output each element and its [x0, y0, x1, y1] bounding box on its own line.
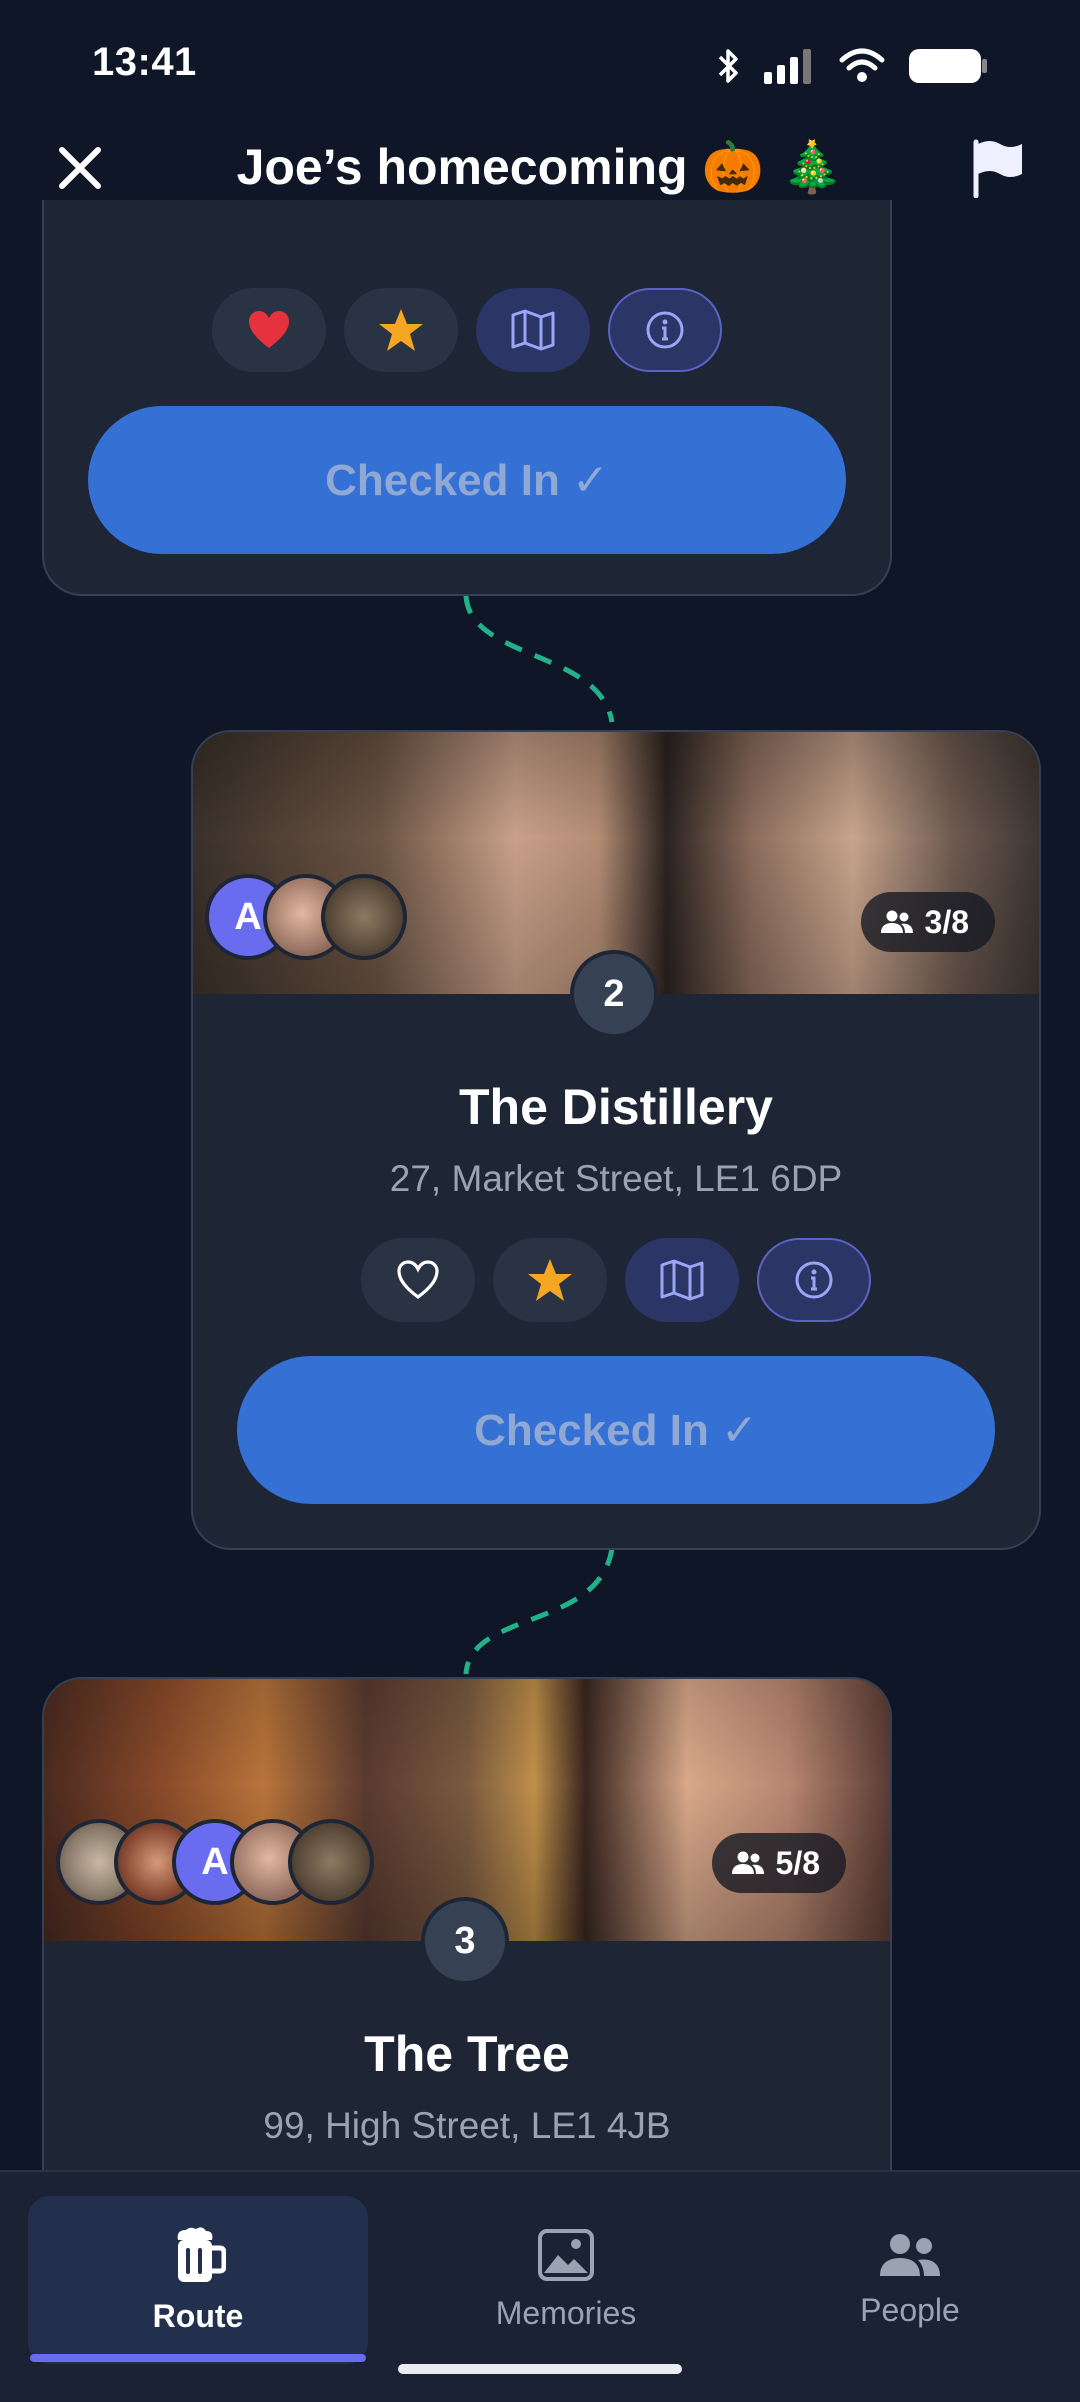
venue-address: 27, Market Street, LE1 6DP [389, 1158, 843, 1199]
venue-name: The Distillery [459, 1079, 773, 1135]
nav-label: Route [152, 2297, 244, 2334]
star-icon [528, 1259, 572, 1301]
stop-card-3: A 5/8 3 The Tree 99, High Street, LE1 4J… [42, 1677, 892, 2241]
attendance-badge: 3/8 [860, 892, 995, 952]
page-title: Joe’s homecoming 🎃 🎄 [0, 138, 1080, 197]
info-button[interactable] [757, 1238, 871, 1322]
flag-icon [973, 139, 1022, 199]
route-connector-1 [463, 595, 615, 723]
favorite-button[interactable] [361, 1238, 475, 1322]
attendance-badge: 5/8 [711, 1833, 846, 1893]
star-icon [379, 309, 423, 351]
map-icon [660, 1259, 704, 1301]
venue-name: The Tree [364, 2026, 570, 2082]
attendee-avatars[interactable]: A [205, 874, 407, 966]
checked-in-button[interactable]: Checked In ✓ [237, 1356, 995, 1504]
rate-button[interactable] [344, 288, 458, 372]
stop-actions [44, 288, 890, 372]
stop-card-2: A 3/8 2 The Distillery 27, Market Street… [191, 730, 1041, 1550]
wifi-icon [839, 48, 885, 82]
nav-label: Memories [495, 2294, 637, 2331]
stop-card-1: Checked In ✓ [42, 200, 892, 596]
map-button[interactable] [476, 288, 590, 372]
signal-icon [764, 49, 811, 84]
nav-route[interactable]: Route [28, 2196, 368, 2364]
heart-outline-icon [397, 1260, 439, 1299]
info-icon [795, 1261, 833, 1299]
favorite-button[interactable] [212, 288, 326, 372]
battery-icon [909, 49, 987, 83]
people-icon [731, 1851, 764, 1874]
heart-filled-icon [249, 311, 289, 348]
stop-number: 2 [570, 950, 658, 1038]
nav-memories[interactable]: Memories [426, 2196, 706, 2364]
attendance-count: 3/8 [924, 903, 969, 940]
nav-active-indicator [30, 2354, 366, 2362]
avatar [288, 1819, 374, 1905]
bluetooth-icon [718, 49, 738, 83]
attendee-avatars[interactable]: A [56, 1819, 374, 1911]
page-title-text: Joe’s homecoming [236, 139, 688, 195]
stop-number: 3 [421, 1897, 509, 1985]
people-icon [880, 2233, 940, 2276]
avatar [321, 874, 407, 960]
image-icon [538, 2228, 594, 2281]
rate-button[interactable] [493, 1238, 607, 1322]
info-button[interactable] [608, 288, 722, 372]
page-title-emoji: 🎃 🎄 [701, 138, 844, 196]
status-time: 13:41 [92, 40, 197, 84]
nav-people[interactable]: People [770, 2196, 1050, 2364]
attendance-count: 5/8 [775, 1844, 820, 1881]
map-button[interactable] [625, 1238, 739, 1322]
info-icon [646, 311, 684, 349]
stop-actions [193, 1238, 1039, 1322]
venue-address: 99, High Street, LE1 4JB [263, 2105, 671, 2146]
report-flag-button[interactable] [968, 138, 1028, 199]
checked-in-button[interactable]: Checked In ✓ [88, 406, 846, 554]
beer-mug-icon [177, 2226, 226, 2282]
route-connector-2 [463, 1547, 615, 1675]
home-indicator [398, 2364, 682, 2374]
people-icon [880, 910, 913, 933]
map-icon [511, 309, 555, 351]
nav-label: People [860, 2291, 960, 2328]
status-icons [716, 46, 988, 86]
